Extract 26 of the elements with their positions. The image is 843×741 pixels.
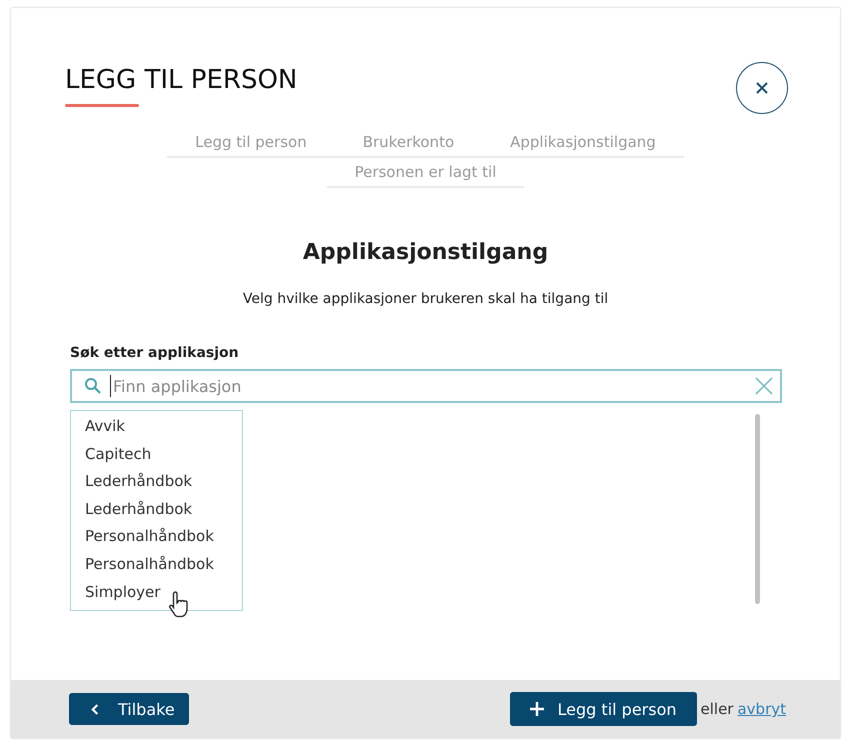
close-icon bbox=[754, 80, 770, 96]
clear-icon[interactable] bbox=[754, 376, 774, 396]
chevron-left-icon bbox=[91, 702, 100, 716]
search-icon bbox=[84, 377, 102, 395]
back-button[interactable]: Tilbake bbox=[69, 693, 189, 725]
add-person-button[interactable]: Legg til person bbox=[510, 692, 697, 726]
dialog-title: LEGG TIL PERSON bbox=[65, 64, 298, 96]
result-item[interactable]: Lederhåndbok bbox=[71, 468, 242, 496]
close-button[interactable] bbox=[736, 62, 788, 114]
result-item[interactable]: Lederhåndbok bbox=[71, 496, 242, 524]
section-description: Velg hvilke applikasjoner brukeren skal ha tilgang til bbox=[242, 291, 610, 307]
step-label: Brukerkonto bbox=[362, 132, 456, 153]
search-label: Søk etter applikasjon bbox=[70, 345, 240, 361]
section-heading: Applikasjonstilgang bbox=[302, 240, 550, 265]
result-item[interactable]: Simployer bbox=[71, 578, 242, 606]
step-label: Personen er lagt til bbox=[354, 162, 498, 183]
result-item[interactable]: Avvik bbox=[71, 413, 242, 441]
result-item[interactable]: Personalhåndbok bbox=[71, 550, 242, 579]
result-item[interactable]: Personalhåndbok bbox=[71, 523, 242, 551]
step-label: Legg til person bbox=[194, 132, 308, 153]
step-label: Applikasjonstilgang bbox=[509, 132, 657, 153]
plus-icon bbox=[530, 702, 544, 716]
or-text: eller bbox=[700, 700, 734, 718]
scrollbar[interactable] bbox=[755, 414, 760, 604]
result-item[interactable]: Capitech bbox=[71, 440, 242, 468]
search-field[interactable]: Finn applikasjon bbox=[70, 369, 782, 403]
